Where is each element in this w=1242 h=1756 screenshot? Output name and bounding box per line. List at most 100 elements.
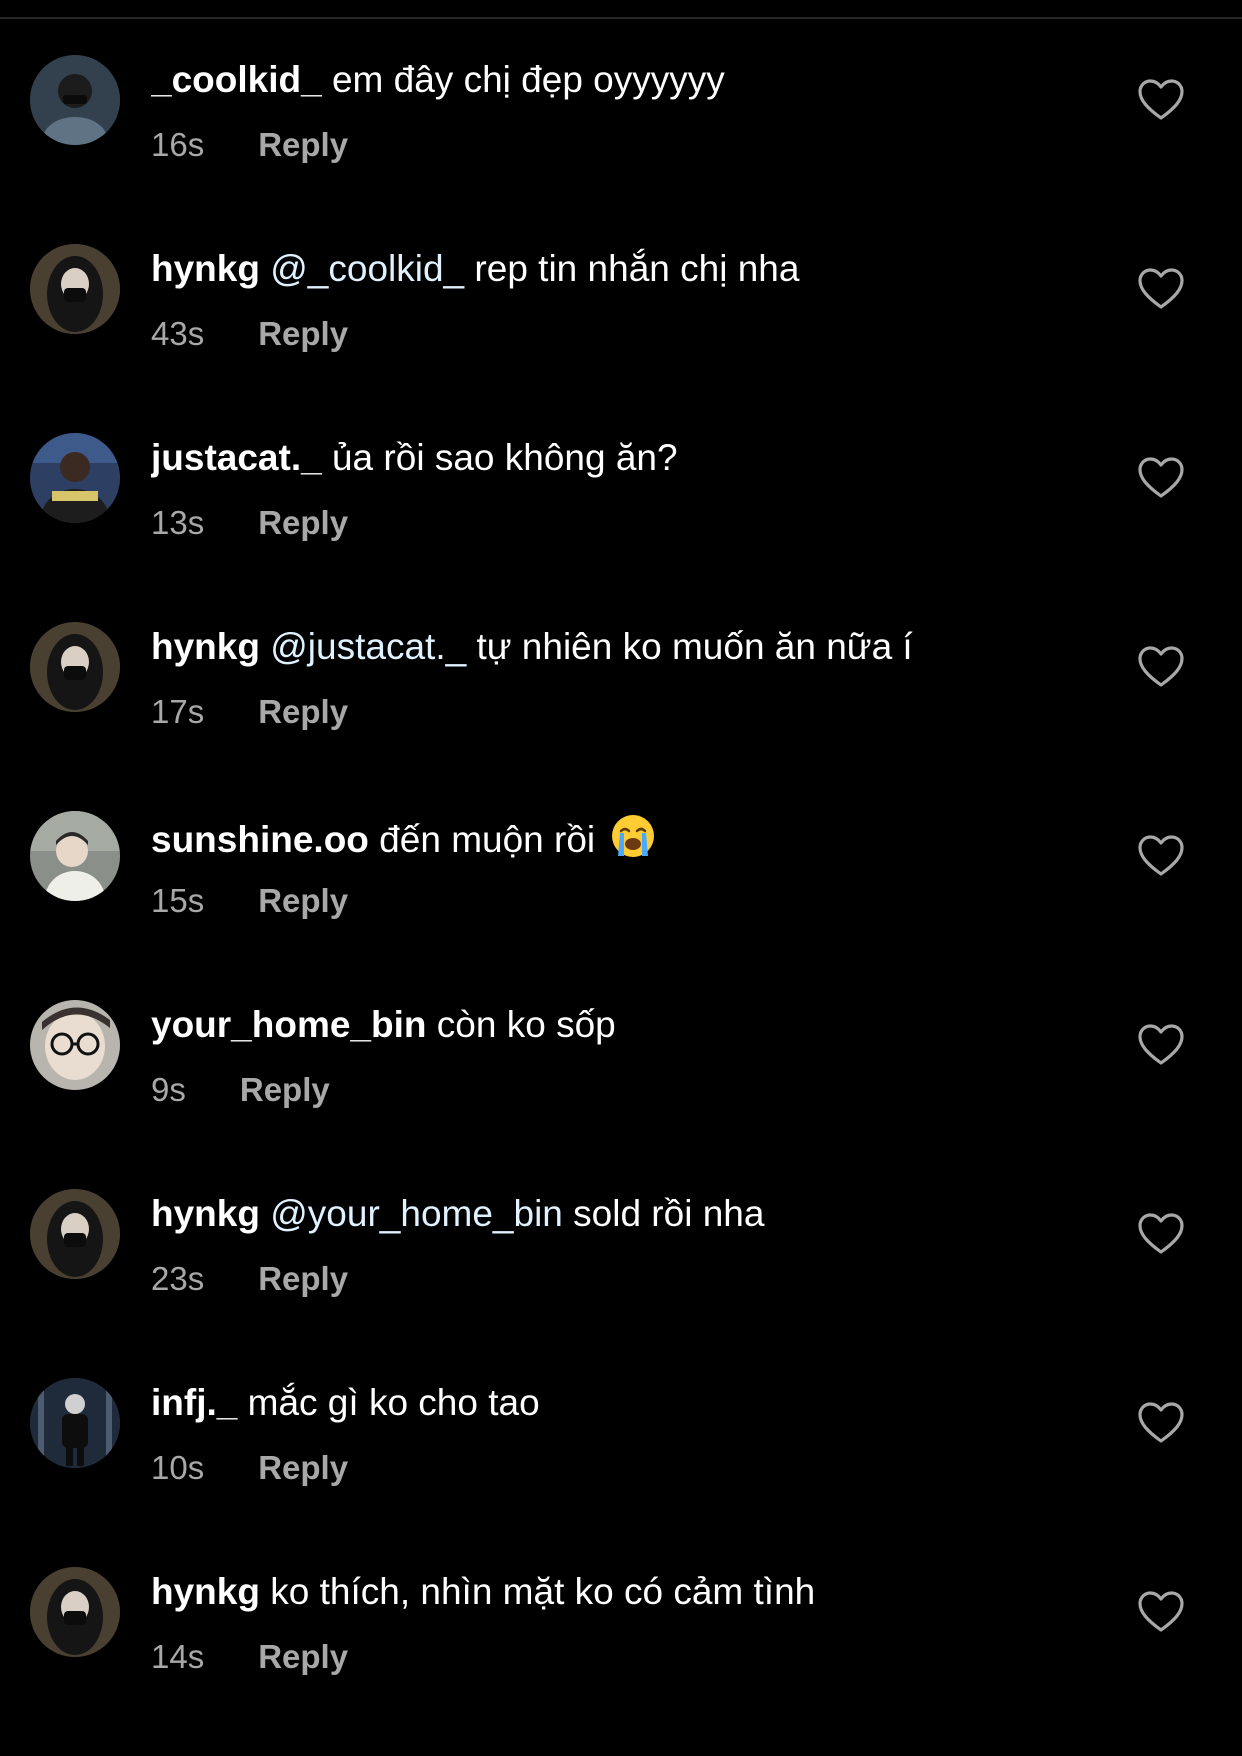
comment-username[interactable]: hynkg	[151, 1571, 260, 1612]
like-button[interactable]	[1137, 1401, 1185, 1445]
reply-button[interactable]: Reply	[258, 312, 348, 356]
comment-row: infj._ mắc gì ko cho tao 10s Reply	[0, 1323, 1242, 1512]
like-button[interactable]	[1137, 1023, 1185, 1067]
like-button[interactable]	[1137, 834, 1185, 878]
avatar[interactable]	[30, 244, 120, 334]
avatar-photo	[30, 811, 120, 901]
like-button[interactable]	[1137, 78, 1185, 122]
comment-text: infj._ mắc gì ko cho tao	[151, 1379, 1081, 1427]
like-button[interactable]	[1137, 1212, 1185, 1256]
reply-button[interactable]: Reply	[258, 501, 348, 545]
comment-mention[interactable]: @justacat._	[260, 626, 466, 667]
comment-timestamp: 13s	[151, 504, 205, 541]
comment-username[interactable]: _coolkid_	[151, 59, 322, 100]
loudly-crying-face-emoji	[612, 815, 655, 857]
heart-outline-icon	[1138, 268, 1184, 309]
avatar[interactable]	[30, 622, 120, 712]
comment-mention[interactable]: @_coolkid_	[260, 248, 464, 289]
heart-outline-icon	[1138, 1213, 1184, 1254]
avatar[interactable]	[30, 1378, 120, 1468]
comment-row: your_home_bin còn ko sốp 9s Reply	[0, 945, 1242, 1134]
comment-row: _coolkid_ em đây chị đẹp oyyyyyy 16s Repl…	[0, 0, 1242, 189]
heart-outline-icon	[1138, 835, 1184, 876]
comment-username[interactable]: hynkg	[151, 248, 260, 289]
avatar-photo	[30, 55, 120, 145]
avatar-photo	[30, 433, 120, 523]
reply-button[interactable]: Reply	[258, 690, 348, 734]
comment-timestamp: 16s	[151, 126, 205, 163]
comment-timestamp: 14s	[151, 1638, 205, 1675]
comment-username[interactable]: justacat._	[151, 437, 322, 478]
comment-meta: 10s Reply	[151, 1446, 348, 1490]
comment-body: em đây chị đẹp oyyyyyy	[321, 59, 725, 100]
heart-outline-icon	[1138, 646, 1184, 687]
avatar[interactable]	[30, 811, 120, 901]
comment-timestamp: 43s	[151, 315, 205, 352]
comment-text: hynkg @your_home_bin sold rồi nha	[151, 1190, 1081, 1238]
avatar-photo	[30, 244, 120, 334]
avatar[interactable]	[30, 1000, 120, 1090]
avatar[interactable]	[30, 55, 120, 145]
comment-meta: 9s Reply	[151, 1068, 330, 1112]
heart-outline-icon	[1138, 1591, 1184, 1632]
comment-text: hynkg @justacat._ tự nhiên ko muốn ăn nữ…	[151, 623, 1081, 671]
comment-timestamp: 10s	[151, 1449, 205, 1486]
reply-button[interactable]: Reply	[240, 1068, 330, 1112]
heart-outline-icon	[1138, 79, 1184, 120]
comment-body: đến muộn rồi	[368, 819, 606, 860]
comment-meta: 17s Reply	[151, 690, 348, 734]
comment-text: _coolkid_ em đây chị đẹp oyyyyyy	[151, 56, 1081, 104]
comment-username[interactable]: hynkg	[151, 1193, 260, 1234]
comment-text: hynkg ko thích, nhìn mặt ko có cảm tình	[151, 1568, 1081, 1616]
comment-row: hynkg @your_home_bin sold rồi nha 23s Rep…	[0, 1134, 1242, 1323]
comment-timestamp: 9s	[151, 1071, 186, 1108]
comment-username[interactable]: sunshine.oo	[151, 819, 369, 860]
reply-button[interactable]: Reply	[258, 1446, 348, 1490]
comment-username[interactable]: infj._	[151, 1382, 237, 1423]
comment-text: hynkg @_coolkid_ rep tin nhắn chị nha	[151, 245, 1081, 293]
avatar-photo	[30, 1000, 120, 1090]
comment-row: hynkg @justacat._ tự nhiên ko muốn ăn nữ…	[0, 567, 1242, 756]
avatar-photo	[30, 1189, 120, 1279]
like-button[interactable]	[1137, 456, 1185, 500]
avatar[interactable]	[30, 1567, 120, 1657]
comment-list: _coolkid_ em đây chị đẹp oyyyyyy 16s Repl…	[0, 0, 1242, 1756]
comment-text: your_home_bin còn ko sốp	[151, 1001, 1081, 1049]
like-button[interactable]	[1137, 1590, 1185, 1634]
reply-button[interactable]: Reply	[258, 879, 348, 923]
comment-text: sunshine.oo đến muộn rồi	[151, 812, 1081, 864]
comment-username[interactable]: your_home_bin	[151, 1004, 427, 1045]
comment-body: ủa rồi sao không ăn?	[321, 437, 678, 478]
comment-timestamp: 15s	[151, 882, 205, 919]
comment-row: justacat._ ủa rồi sao không ăn? 13s Reply	[0, 378, 1242, 567]
reply-button[interactable]: Reply	[258, 1257, 348, 1301]
comment-body: sold rồi nha	[562, 1193, 765, 1234]
like-button[interactable]	[1137, 267, 1185, 311]
heart-outline-icon	[1138, 1024, 1184, 1065]
heart-outline-icon	[1138, 457, 1184, 498]
comment-body: mắc gì ko cho tao	[237, 1382, 540, 1423]
comment-timestamp: 23s	[151, 1260, 205, 1297]
avatar[interactable]	[30, 1189, 120, 1279]
comment-meta: 43s Reply	[151, 312, 348, 356]
comment-body: tự nhiên ko muốn ăn nữa í	[466, 626, 913, 667]
comment-row: hynkg ko thích, nhìn mặt ko có cảm tình …	[0, 1512, 1242, 1701]
comment-row: hynkg @_coolkid_ rep tin nhắn chị nha 43…	[0, 189, 1242, 378]
avatar-photo	[30, 1567, 120, 1657]
comment-body: còn ko sốp	[426, 1004, 616, 1045]
reply-button[interactable]: Reply	[258, 1635, 348, 1679]
comment-meta: 16s Reply	[151, 123, 348, 167]
comment-body: rep tin nhắn chị nha	[464, 248, 800, 289]
avatar-photo	[30, 1378, 120, 1468]
avatar-photo	[30, 622, 120, 712]
comment-body: ko thích, nhìn mặt ko có cảm tình	[259, 1571, 816, 1612]
avatar[interactable]	[30, 433, 120, 523]
comment-mention[interactable]: @your_home_bin	[260, 1193, 563, 1234]
comment-meta: 13s Reply	[151, 501, 348, 545]
comment-meta: 14s Reply	[151, 1635, 348, 1679]
comment-text: justacat._ ủa rồi sao không ăn?	[151, 434, 1081, 482]
reply-button[interactable]: Reply	[258, 123, 348, 167]
comment-username[interactable]: hynkg	[151, 626, 260, 667]
like-button[interactable]	[1137, 645, 1185, 689]
comment-meta: 15s Reply	[151, 879, 348, 923]
